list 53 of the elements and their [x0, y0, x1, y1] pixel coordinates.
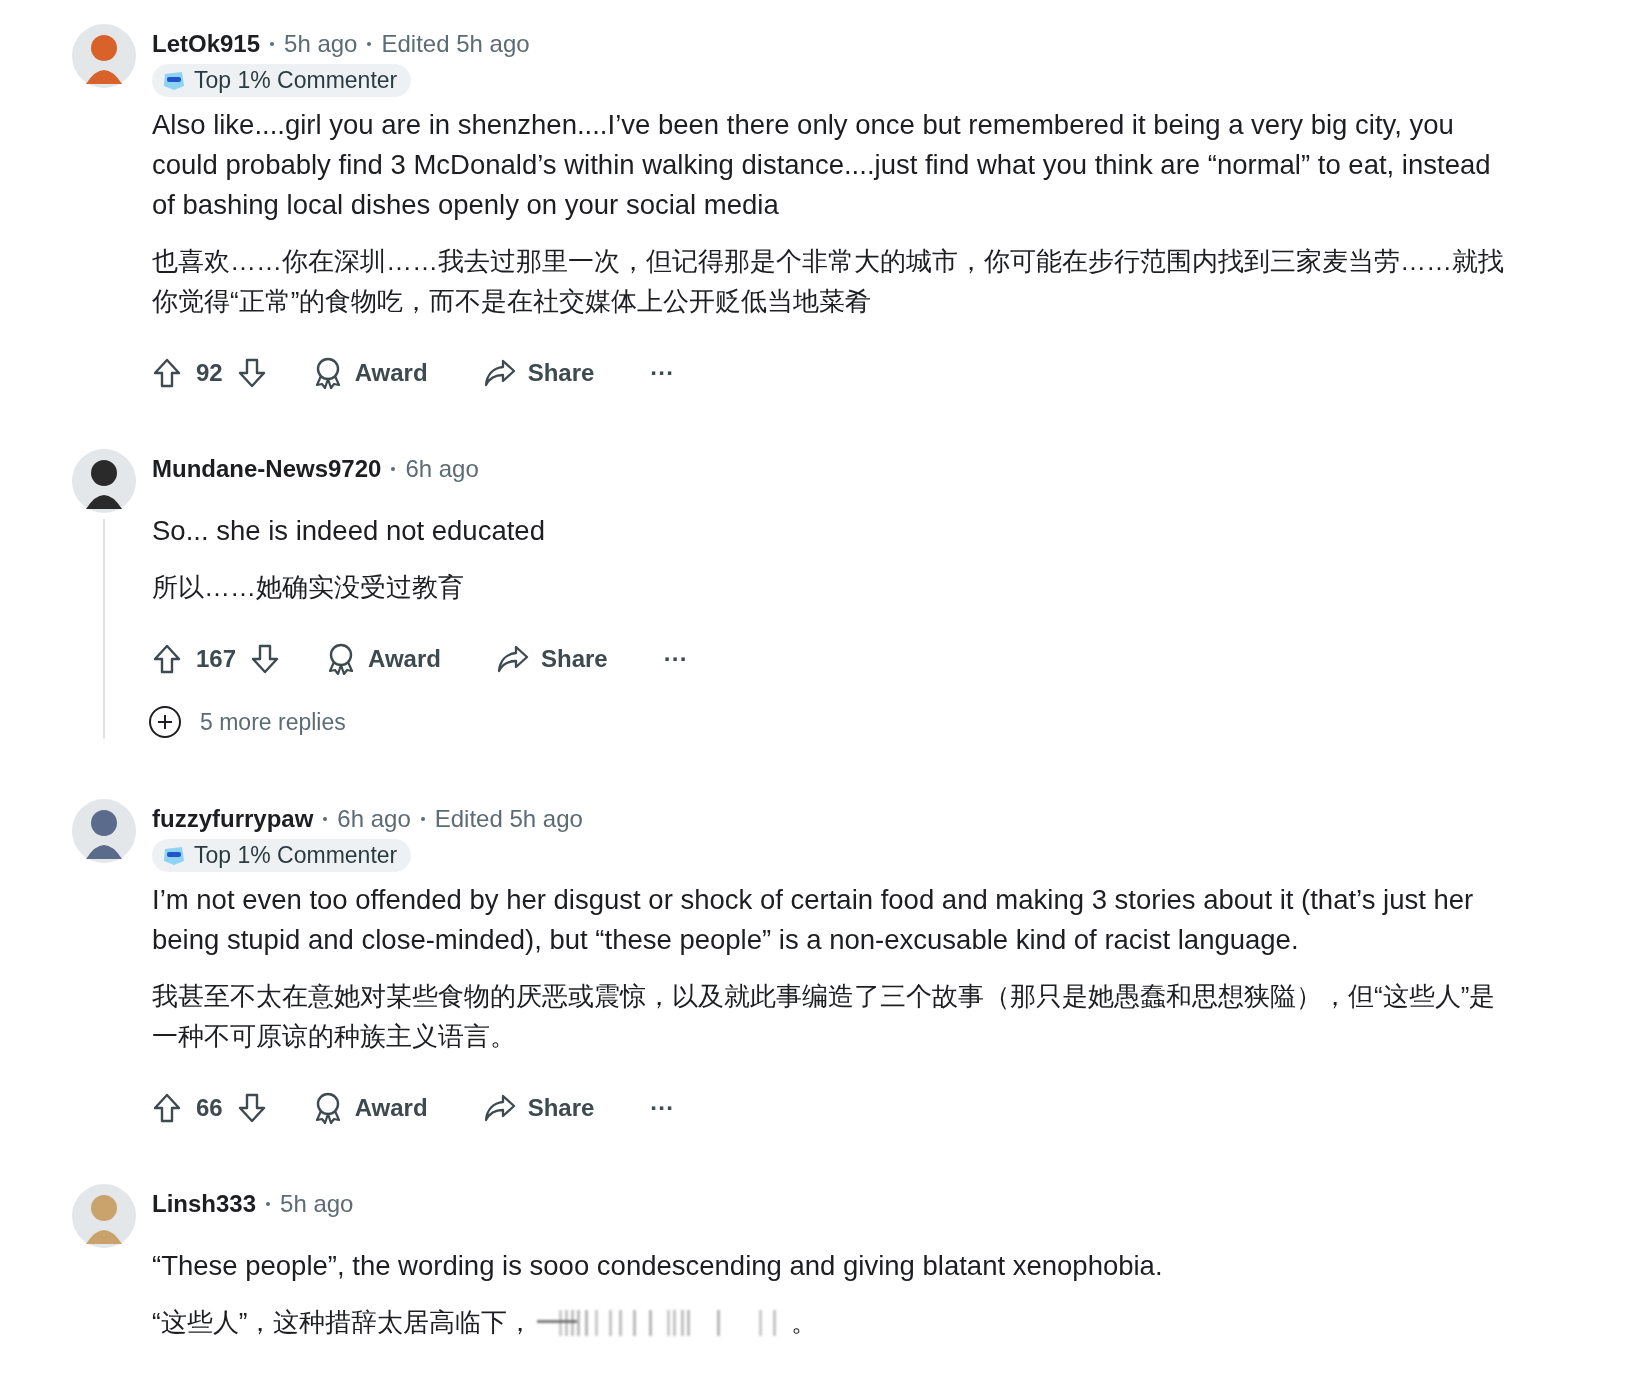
upvote-icon[interactable] — [152, 357, 182, 389]
more-replies-button[interactable]: 5 more replies — [148, 705, 1518, 739]
comment-text: Also like....girl you are in shenzhen....I’ve been there only once but remembered it being a very big city, you could probably find 3 McDonald’s within walking distance....just find what you think are “normal” to eat, instead of bashing local dishes openly on your social media — [152, 108, 1492, 222]
upvote-icon[interactable] — [152, 1092, 182, 1124]
downvote-icon[interactable] — [250, 643, 281, 675]
more-options-button[interactable]: ··· — [650, 1094, 675, 1122]
username[interactable]: Linsh333 — [152, 1190, 257, 1218]
downvote-icon[interactable] — [236, 357, 267, 389]
edited-label: Edited 5h ago — [434, 805, 583, 833]
avatar[interactable] — [72, 449, 136, 513]
username[interactable]: fuzzyfurrypaw — [152, 805, 314, 833]
vote-count: 66 — [196, 1094, 223, 1122]
share-button[interactable]: Share — [483, 358, 595, 388]
upvote-icon[interactable] — [152, 643, 182, 675]
badge-label: Top 1% Commenter — [194, 67, 398, 94]
timestamp: 6h ago — [337, 805, 411, 833]
translation-text: 。 — [791, 1306, 818, 1339]
share-button[interactable]: Share — [496, 644, 608, 674]
separator-dot — [270, 42, 275, 46]
share-icon — [496, 644, 529, 674]
downvote-icon[interactable] — [236, 1092, 267, 1124]
expand-icon — [148, 705, 182, 739]
translation-text: “这些人”，这种措辞太居高临下， — [152, 1306, 534, 1339]
translation-text: 我甚至不太在意她对某些食物的厌恶或震惊，以及就此事编造了三个故事（那只是她愚蠢和思想狭隘），但“这些人”是一种不可原谅的种族主义语言。 — [152, 980, 1497, 1053]
translation-text: 也喜欢……你在深圳……我去过那里一次，但记得那是个非常大的城市，你可能在步行范围内找到三家麦当劳……就找你觉得“正常”的食物吃，而不是在社交媒体上公开贬低当地菜肴 — [152, 245, 1505, 318]
award-button[interactable]: Award — [312, 357, 428, 389]
award-button[interactable]: Award — [326, 643, 441, 675]
badge-icon — [162, 69, 186, 92]
more-options-button[interactable]: ··· — [663, 645, 688, 673]
comment-text: So... she is indeed not educated — [152, 514, 546, 548]
timestamp: 6h ago — [405, 455, 479, 483]
edited-label: Edited 5h ago — [381, 30, 530, 58]
separator-dot — [391, 467, 396, 471]
award-button[interactable]: Award — [312, 1092, 428, 1124]
username[interactable]: LetOk915 — [152, 30, 261, 58]
badge-icon — [162, 844, 186, 867]
vote-count: 92 — [196, 359, 223, 387]
translation-text: 所以……她确实没受过教育 — [152, 571, 464, 604]
comment-text: I’m not even too offended by her disgust or shock of certain food and making 3 stories about it (that’s just her being stupid and close-minded), but “these people” is a non-excusable kind of racist language. — [152, 883, 1475, 957]
share-icon — [483, 358, 516, 388]
share-button[interactable]: Share — [483, 1093, 595, 1123]
vote-count: 167 — [196, 645, 237, 673]
separator-dot — [266, 1202, 271, 1206]
separator-dot — [323, 817, 328, 821]
timestamp: 5h ago — [284, 30, 358, 58]
separator-dot — [420, 817, 425, 821]
separator-dot — [367, 42, 372, 46]
comment-text: “These people”, the wording is sooo condescending and giving blatant xenophobia. — [152, 1249, 1164, 1283]
badge-label: Top 1% Commenter — [194, 842, 398, 869]
share-icon — [483, 1093, 516, 1123]
more-options-button[interactable]: ··· — [650, 359, 675, 387]
username[interactable]: Mundane-News9720 — [152, 455, 382, 483]
timestamp: 5h ago — [280, 1190, 354, 1218]
